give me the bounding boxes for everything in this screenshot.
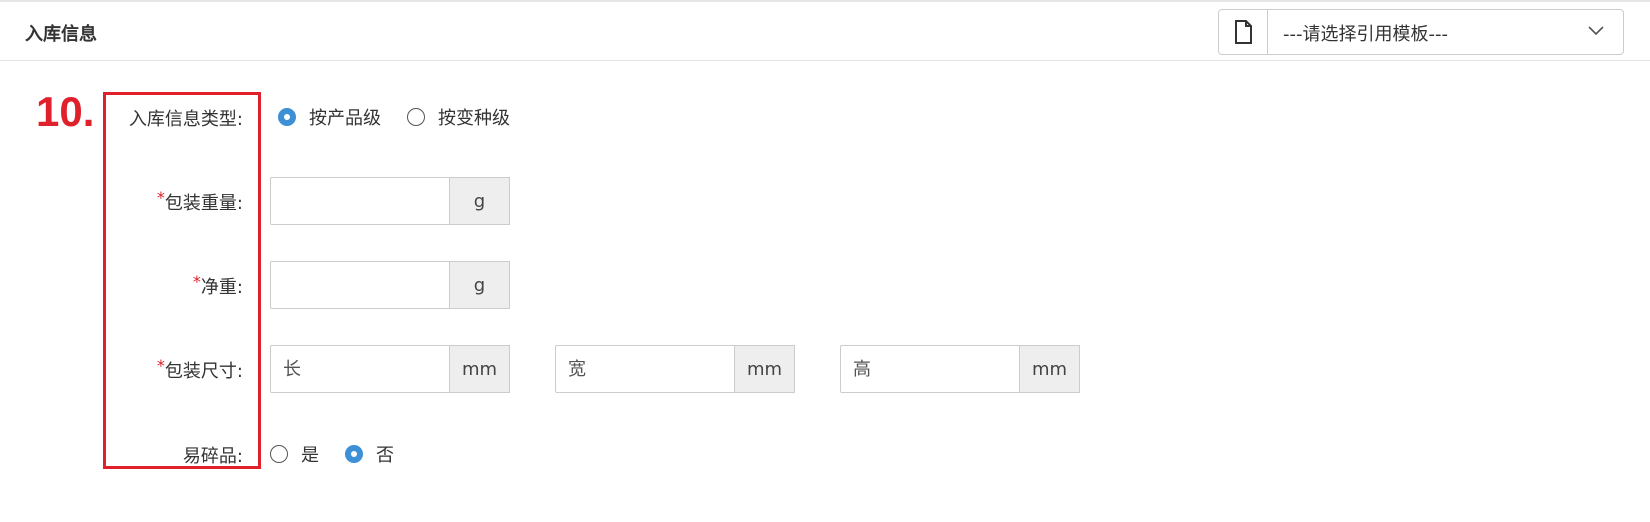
package-size-label: *包装尺寸: — [156, 356, 243, 383]
required-mark: * — [156, 188, 165, 207]
net-weight-field: g — [270, 261, 510, 309]
package-weight-field: g — [270, 177, 510, 225]
radio-variant-level-label[interactable]: 按变种级 — [438, 104, 510, 130]
file-icon — [1219, 10, 1268, 54]
radio-fragile-yes[interactable] — [270, 445, 288, 463]
chevron-down-icon — [1587, 22, 1605, 44]
required-mark: * — [192, 272, 201, 291]
package-size-label-text: 包装尺寸: — [164, 361, 243, 382]
radio-product-level[interactable] — [278, 108, 296, 126]
net-weight-input[interactable] — [270, 261, 450, 309]
package-width-unit: mm — [735, 345, 795, 393]
radio-fragile-no[interactable] — [345, 445, 363, 463]
net-weight-label: *净重: — [192, 272, 243, 299]
package-height-field: mm — [840, 345, 1080, 393]
radio-fragile-yes-label[interactable]: 是 — [301, 441, 319, 467]
package-width-input[interactable] — [555, 345, 735, 393]
radio-variant-level[interactable] — [407, 108, 425, 126]
package-width-field: mm — [555, 345, 795, 393]
package-weight-label-text: 包装重量: — [164, 193, 243, 214]
template-select-placeholder: ---请选择引用模板--- — [1283, 24, 1448, 45]
fragile-label: 易碎品: — [182, 446, 243, 467]
section-title: 入库信息 — [25, 24, 97, 45]
package-length-input[interactable] — [270, 345, 450, 393]
net-weight-unit: g — [450, 261, 510, 309]
net-weight-label-text: 净重: — [200, 277, 243, 298]
radio-fragile-no-label[interactable]: 否 — [376, 441, 394, 467]
package-length-field: mm — [270, 345, 510, 393]
package-height-unit: mm — [1020, 345, 1080, 393]
package-weight-label: *包装重量: — [156, 188, 243, 215]
package-weight-unit: g — [450, 177, 510, 225]
step-number: 10. — [36, 88, 95, 135]
template-select[interactable]: ---请选择引用模板--- — [1218, 9, 1624, 55]
storage-type-label: 入库信息类型: — [128, 109, 243, 130]
package-height-input[interactable] — [840, 345, 1020, 393]
package-weight-input[interactable] — [270, 177, 450, 225]
radio-product-level-label[interactable]: 按产品级 — [309, 104, 381, 130]
fragile-radio-group: 是 否 — [270, 441, 420, 467]
package-length-unit: mm — [450, 345, 510, 393]
required-mark: * — [156, 356, 165, 375]
section-header: 入库信息 ---请选择引用模板--- — [0, 2, 1650, 61]
storage-type-radio-group: 按产品级 按变种级 — [278, 104, 536, 130]
